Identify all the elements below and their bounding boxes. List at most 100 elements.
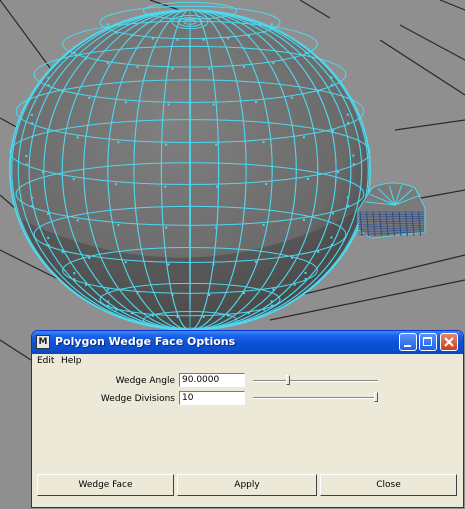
dialog-title: Polygon Wedge Face Options (55, 335, 236, 348)
vertex-dot (346, 196, 349, 199)
vertex-dot (291, 96, 294, 99)
vertex-dot (30, 114, 33, 117)
vertex-dot (164, 185, 167, 188)
wedge-divisions-slider-track[interactable] (253, 397, 378, 399)
vertex-dot (216, 185, 219, 188)
vertex-dot (215, 143, 218, 146)
vertex-dot (270, 304, 273, 307)
vertex-dot (270, 27, 273, 30)
vertex-dot (47, 236, 50, 239)
vertex-dot (47, 84, 50, 87)
wedge-divisions-input[interactable]: 10 (179, 391, 245, 405)
vertex-dot (171, 293, 174, 296)
vertex-dot (263, 308, 266, 311)
vertex-dot (291, 256, 294, 259)
vertex-dot (117, 224, 120, 227)
vertex-dot (330, 236, 333, 239)
vertex-dot (151, 314, 154, 317)
vertex-dot (124, 261, 127, 264)
vertex-dot (352, 154, 355, 157)
menu-edit[interactable]: Edit (37, 356, 54, 366)
vertex-dot (302, 136, 305, 139)
apply-button[interactable]: Apply (177, 474, 317, 496)
vertex-dot (136, 65, 139, 68)
vertex-dot (151, 37, 154, 40)
vertex-dot (31, 122, 34, 125)
minimize-button[interactable] (399, 333, 417, 351)
vertex-dot (61, 91, 64, 94)
vertex-dot (85, 283, 88, 286)
vertex-dot (202, 315, 205, 318)
vertex-dot (30, 196, 33, 199)
vertex-dot (171, 67, 174, 70)
vertex-dot (46, 212, 49, 215)
vertex-dot (124, 101, 127, 104)
vertex-dot (346, 113, 349, 116)
vertex-dot (115, 31, 118, 34)
vertex-dot (114, 183, 117, 186)
menu-help[interactable]: Help (61, 356, 82, 366)
vertex-dot (72, 178, 75, 181)
vertex-dot (330, 76, 333, 79)
vertex-dot (47, 76, 50, 79)
wedge-angle-input[interactable]: 90.0000 (179, 373, 245, 387)
vertex-dot (272, 62, 275, 65)
wedge-face-button[interactable]: Wedge Face (37, 474, 174, 496)
vertex-dot (262, 141, 265, 144)
vertex-dot (130, 35, 133, 38)
wedge-angle-slider-thumb[interactable] (286, 375, 290, 385)
maximize-button[interactable] (419, 333, 437, 351)
vertex-dot (107, 300, 110, 303)
vertex-dot (46, 129, 49, 132)
vertex-dot (106, 62, 109, 65)
vertex-dot (167, 263, 170, 266)
vertex-dot (165, 143, 168, 146)
wedge-angle-slider-track[interactable] (253, 380, 378, 382)
vertex-dot (293, 57, 296, 60)
dialog-titlebar[interactable]: M Polygon Wedge Face Options (32, 331, 463, 354)
vertex-dot (302, 219, 305, 222)
vertex-dot (227, 314, 230, 317)
wedge-angle-label: Wedge Angle (115, 376, 175, 386)
vertex-dot (255, 261, 258, 264)
vertex-dot (330, 243, 333, 246)
vertex-dot (31, 205, 34, 208)
vertex-dot (255, 101, 258, 104)
vertex-dot (76, 136, 79, 139)
vertex-dot (115, 308, 118, 311)
vertex-dot (130, 312, 133, 315)
vertex-dot (272, 288, 275, 291)
vertex-dot (202, 38, 205, 41)
vertex-dot (304, 51, 307, 54)
close-window-button[interactable] (440, 333, 458, 351)
vertex-dot (61, 251, 64, 254)
vertex-dot (73, 51, 76, 54)
vertex-dot (47, 244, 50, 247)
vertex-dot (347, 121, 350, 124)
vertex-dot (247, 312, 250, 315)
minimize-icon (404, 345, 411, 347)
vertex-dot (176, 38, 179, 41)
vertex-dot (117, 141, 120, 144)
vertex-dot (215, 226, 218, 229)
vertex-dot (25, 154, 28, 157)
vertex-dot (208, 293, 211, 296)
close-button[interactable]: Close (320, 474, 457, 496)
vertex-dot (317, 250, 320, 253)
vertex-dot (306, 177, 309, 180)
close-icon (444, 337, 454, 347)
vertex-dot (208, 67, 211, 70)
vertex-dot (242, 65, 245, 68)
vertex-dot (73, 278, 76, 281)
wedge-divisions-slider-thumb[interactable] (374, 392, 378, 402)
vertex-dot (270, 300, 273, 303)
vertex-dot (352, 163, 355, 166)
vertex-dot (88, 96, 91, 99)
vertex-dot (176, 315, 179, 318)
vertex-dot (270, 23, 273, 26)
vertex-dot (212, 103, 215, 106)
vertex-dot (332, 212, 335, 215)
vertex-dot (263, 31, 266, 34)
vertex-dot (25, 163, 28, 166)
vertex-dot (167, 103, 170, 106)
